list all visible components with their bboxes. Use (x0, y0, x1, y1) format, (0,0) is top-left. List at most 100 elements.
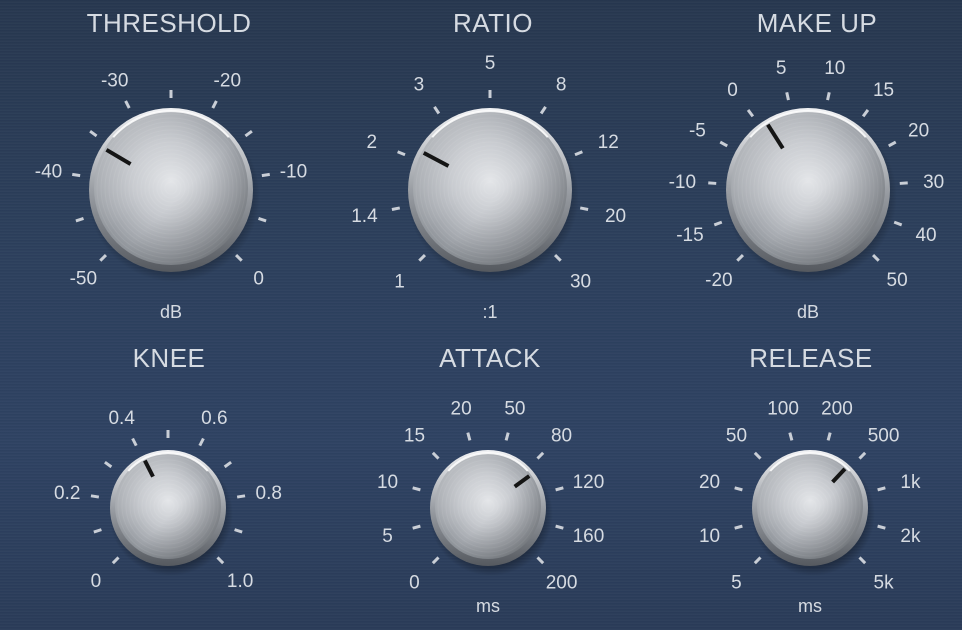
knee-tick (93, 528, 102, 534)
release-scale-label: 50 (726, 425, 747, 446)
threshold-scale-label: -50 (70, 269, 97, 290)
makeup-tick (708, 181, 717, 185)
knee-tick (111, 556, 120, 565)
attack-tick (536, 451, 545, 460)
ratio-scale-label: 12 (598, 132, 619, 153)
ratio-tick (574, 150, 583, 157)
threshold-tick (71, 172, 81, 178)
release-tick (788, 432, 794, 441)
threshold-tick (211, 100, 218, 109)
ratio-tick (391, 206, 401, 211)
makeup-scale-label: -15 (676, 225, 703, 246)
attack-tick (555, 524, 564, 530)
release-scale-label: 20 (699, 472, 720, 493)
release-tick (877, 524, 886, 530)
knee-tick (216, 556, 225, 565)
attack-scale-label: 20 (451, 399, 472, 420)
ratio-tick (579, 206, 589, 211)
attack-tick (412, 524, 421, 530)
knee-knob[interactable] (109, 450, 233, 576)
ratio-tick (433, 106, 441, 115)
compressor-panel: THRESHOLD RATIO MAKE UP KNEE ATTACK RELE… (0, 0, 962, 630)
attack-tick (466, 432, 472, 441)
knee-tick (223, 460, 232, 469)
knee-scale-label: 0.6 (201, 408, 227, 429)
release-scale-label: 100 (767, 399, 799, 420)
makeup-tick (719, 140, 728, 148)
threshold-scale-label: -40 (35, 162, 62, 183)
ratio-scale-label: 8 (556, 75, 567, 96)
attack-scale-label: 15 (404, 425, 425, 446)
attack-scale-label: 50 (504, 399, 525, 420)
knee-scale-label: 0.8 (256, 483, 282, 504)
threshold-scale-label: -20 (214, 71, 241, 92)
release-unit-label: ms (798, 596, 822, 616)
makeup-knob[interactable] (725, 108, 897, 282)
knobs-canvas: -50-40-30 -20-100dB11.42358122030:1-20-15… (35, 53, 944, 616)
attack-scale-label: 10 (377, 472, 398, 493)
makeup-scale-label: -20 (705, 270, 732, 291)
release-tick (734, 524, 743, 530)
makeup-scale-label: -5 (689, 121, 706, 142)
release-tick (753, 451, 762, 460)
attack-scale-label: 120 (573, 472, 605, 493)
ratio-scale-label: 3 (414, 75, 425, 96)
knee-scale-label: 0.2 (54, 483, 80, 504)
ratio-tick (418, 253, 427, 262)
release-scale-label: 10 (699, 526, 720, 547)
ratio-knob[interactable] (407, 108, 579, 282)
release-scale-label: 5 (731, 573, 742, 594)
threshold-tick (261, 172, 271, 178)
attack-tick (412, 486, 421, 492)
makeup-unit-label: dB (797, 302, 819, 322)
ratio-unit-label: :1 (482, 302, 497, 322)
knee-tick (234, 528, 243, 534)
makeup-scale-label: 10 (824, 58, 845, 79)
knee-tick (104, 460, 113, 469)
ratio-tick (539, 106, 547, 115)
makeup-tick (826, 91, 831, 101)
ratio-scale-label: 1 (394, 272, 405, 293)
threshold-tick (234, 253, 243, 262)
knee-scale-label: 1.0 (227, 571, 253, 592)
makeup-tick (893, 220, 903, 227)
makeup-scale-label: 50 (887, 270, 908, 291)
knee-scale-label: 0 (91, 571, 102, 592)
makeup-scale-label: 15 (873, 80, 894, 101)
makeup-scale-label: 5 (776, 58, 787, 79)
release-scale-label: 500 (868, 425, 900, 446)
attack-tick (431, 451, 440, 460)
release-tick (858, 556, 867, 565)
attack-scale-label: 0 (409, 573, 420, 594)
knee-scale-label: 0.4 (108, 408, 135, 429)
makeup-tick (746, 109, 755, 118)
release-scale-label: 2k (900, 526, 921, 547)
release-scale-label: 5k (874, 573, 895, 594)
ratio-tick (553, 253, 562, 262)
release-tick (826, 432, 832, 441)
attack-scale-label: 160 (573, 526, 605, 547)
release-scale-label: 1k (900, 472, 921, 493)
threshold-scale-label: 0 (253, 269, 264, 290)
attack-scale-label: 80 (551, 425, 572, 446)
ratio-scale-label: 30 (570, 272, 591, 293)
makeup-tick (888, 140, 897, 148)
makeup-scale-label: 0 (727, 80, 738, 101)
makeup-scale-label: 30 (923, 172, 944, 193)
ratio-tick (397, 150, 406, 157)
release-scale-label: 200 (821, 399, 853, 420)
threshold-tick (75, 217, 84, 223)
ratio-scale-label: 5 (485, 53, 496, 74)
makeup-tick (736, 253, 745, 262)
threshold-knob[interactable] (88, 108, 260, 282)
threshold-tick (89, 130, 98, 138)
attack-knob[interactable] (429, 450, 553, 576)
threshold-unit-label: dB (160, 302, 182, 322)
threshold-tick (244, 130, 253, 138)
ratio-scale-label: 1.4 (351, 206, 378, 227)
ratio-scale-label: 20 (605, 206, 626, 227)
threshold-tick (99, 253, 108, 262)
release-knob[interactable] (751, 450, 875, 576)
threshold-scale-label: -10 (280, 162, 307, 183)
release-tick (877, 486, 886, 492)
